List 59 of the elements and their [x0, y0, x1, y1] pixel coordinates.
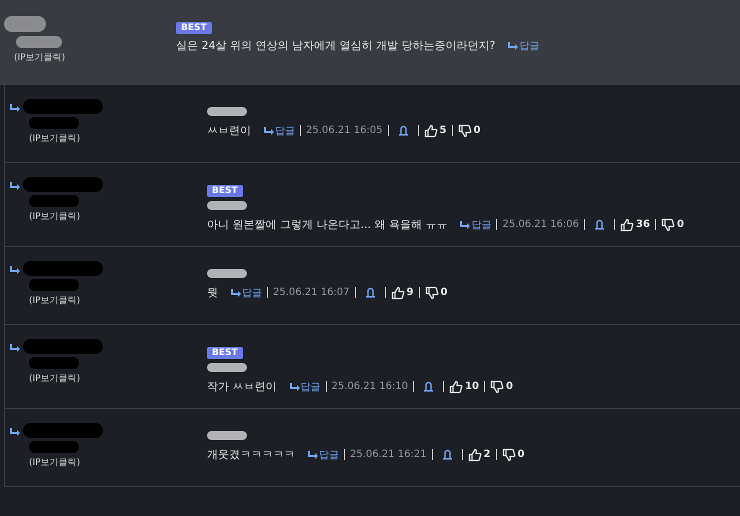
redaction-mark: [207, 107, 247, 116]
dislike-button[interactable]: 0: [458, 124, 480, 138]
reply-arrow-icon: [459, 220, 472, 230]
like-button[interactable]: 2: [468, 448, 490, 462]
reply-link[interactable]: 답글: [230, 286, 262, 300]
ip-link[interactable]: (IP보기클릭): [29, 372, 80, 385]
reply-link[interactable]: 답글: [307, 448, 339, 462]
reply-arrow-icon: [9, 427, 21, 437]
reply-arrow-icon: [507, 40, 520, 50]
redaction-mark: [4, 16, 46, 32]
reply-link[interactable]: 답글: [459, 218, 492, 232]
comment-text: ㅆㅂ련이: [207, 123, 251, 138]
redaction-mark: [207, 431, 247, 440]
redaction-mark: [29, 441, 79, 453]
comment-date: 25.06.21 16:21: [350, 449, 427, 460]
dislike-button[interactable]: 0: [502, 448, 524, 462]
reply-link[interactable]: 답글: [288, 380, 320, 394]
reply-arrow-icon: [288, 382, 300, 392]
like-button[interactable]: 9: [390, 286, 414, 300]
redaction-mark: [207, 201, 247, 210]
comment-text: 개웃겼ㅋㅋㅋㅋㅋ: [207, 447, 295, 462]
best-badge: BEST: [207, 185, 243, 197]
redaction-mark: [29, 117, 79, 129]
ip-link[interactable]: (IP보기클릭): [14, 51, 66, 64]
best-badge: BEST: [207, 347, 243, 359]
redaction-mark: [207, 269, 247, 278]
redaction-mark: [29, 195, 79, 207]
reply-arrow-icon: [307, 450, 319, 460]
dislike-button[interactable]: 0: [424, 286, 448, 300]
comment-text: 실은 24살 위의 연상의 남자에게 열심히 개발 당하는중이라던지?: [176, 38, 496, 53]
like-button[interactable]: 36: [620, 218, 650, 232]
reply-arrow-icon: [9, 181, 21, 191]
ip-link[interactable]: (IP보기클릭): [29, 210, 80, 223]
redaction-mark: [29, 279, 79, 291]
comment-date: 25.06.21 16:05: [306, 125, 383, 136]
comment-text: 작가 ㅆㅂ련이: [207, 379, 276, 394]
reply-arrow-icon: [263, 126, 275, 136]
like-button[interactable]: 5: [424, 124, 446, 138]
comment-date: 25.06.21 16:07: [273, 287, 350, 298]
reply-link[interactable]: 답글: [507, 38, 540, 52]
comment-date: 25.06.21 16:10: [332, 381, 408, 392]
reply-link[interactable]: 답글: [263, 124, 295, 138]
best-badge: BEST: [176, 22, 212, 34]
reply-arrow-icon: [9, 103, 21, 113]
comment-date: 25.06.21 16:06: [502, 219, 580, 230]
ip-link[interactable]: (IP보기클릭): [29, 294, 80, 307]
reply-arrow-icon: [9, 265, 21, 275]
ip-link[interactable]: (IP보기클릭): [29, 132, 80, 145]
like-button[interactable]: 10: [449, 380, 479, 394]
dislike-button[interactable]: 0: [660, 218, 684, 232]
dislike-button[interactable]: 0: [490, 380, 513, 394]
ip-link[interactable]: (IP보기클릭): [29, 456, 80, 469]
comment-text: 뭣: [207, 285, 218, 300]
reply-arrow-icon: [9, 343, 21, 353]
redaction-mark: [207, 363, 247, 372]
comment-text: 아니 원본짤에 그렇게 나온다고... 왜 욕을해 ㅠㅠ: [207, 217, 448, 232]
reply-arrow-icon: [230, 288, 242, 298]
redaction-mark: [16, 36, 62, 48]
redaction-mark: [29, 357, 79, 369]
